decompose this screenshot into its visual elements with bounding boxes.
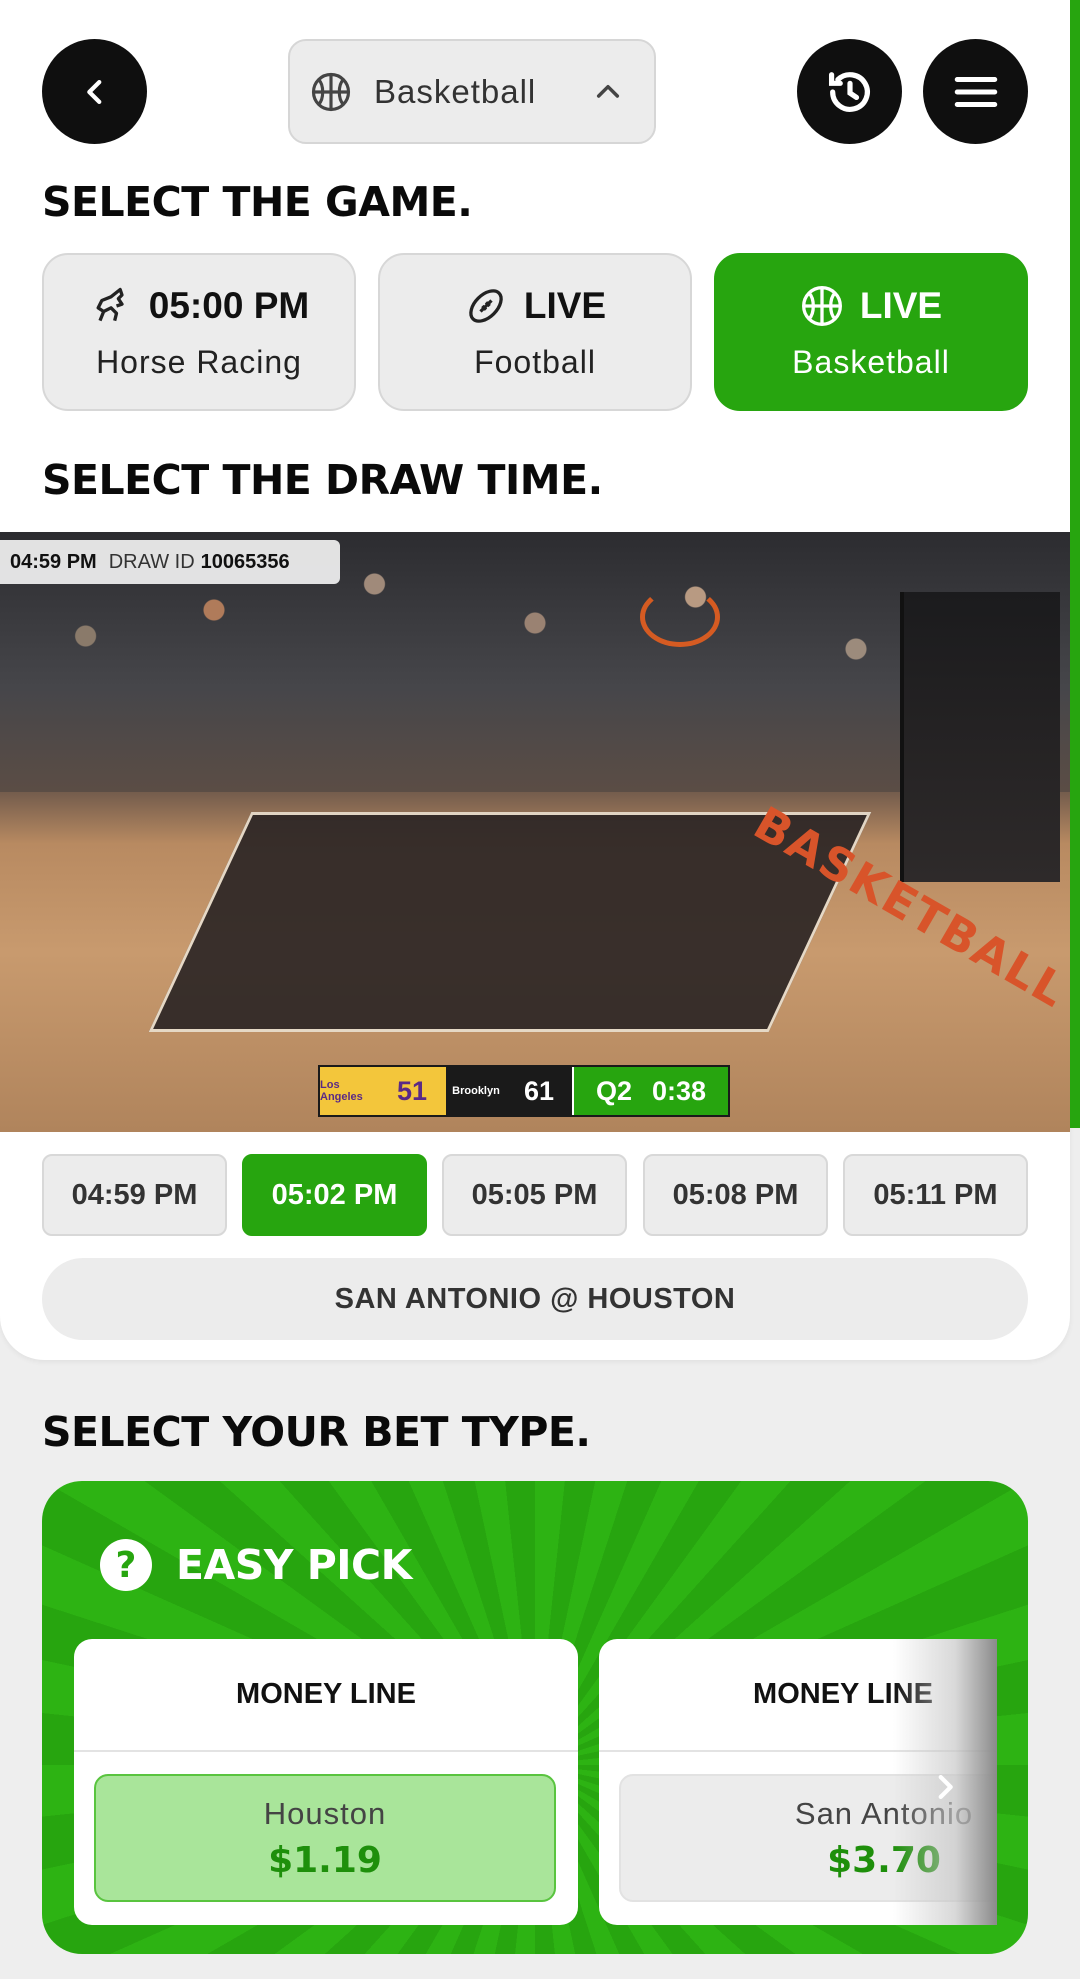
game-time: LIVE [859, 284, 943, 326]
football-icon [469, 288, 503, 323]
bet-card-header: MONEY LINE [74, 1639, 578, 1752]
game-time: 05:00 PM [148, 284, 310, 326]
draw-id-label: DRAW ID [108, 550, 195, 573]
history-icon [828, 71, 870, 112]
select-game-title: SELECT THE GAME. [42, 178, 473, 226]
easy-pick-label: EASY PICK [176, 1541, 412, 1589]
matchup-label: SAN ANTONIO @ HOUSTON [42, 1258, 1028, 1340]
odds-team: Houston [263, 1795, 387, 1831]
right-accent-bar [1070, 0, 1080, 1128]
easy-pick-header: ? EASY PICK [100, 1539, 412, 1591]
horse-icon [96, 287, 124, 321]
clock: 0:38 [651, 1075, 707, 1106]
hamburger-menu-icon [954, 76, 997, 107]
home-team-logo: Los Angeles [320, 1067, 378, 1115]
game-card-basketball[interactable]: LIVE Basketball [714, 253, 1028, 411]
quarter: Q2 [595, 1075, 632, 1106]
away-team-logo: Brooklyn [446, 1067, 506, 1115]
draw-time-chip[interactable]: 05:05 PM [442, 1154, 627, 1236]
menu-button[interactable] [923, 39, 1028, 144]
odds-price: $1.19 [268, 1839, 382, 1881]
draw-time-chip[interactable]: 04:59 PM [42, 1154, 227, 1236]
backboard [900, 592, 1060, 882]
chevron-right-icon [938, 1774, 953, 1800]
sport-selector[interactable]: Basketball [288, 39, 656, 144]
draw-time-chip[interactable]: 05:08 PM [643, 1154, 828, 1236]
game-name: Horse Racing [96, 343, 302, 380]
basketball-icon [801, 285, 842, 326]
game-card-football[interactable]: LIVE Football [378, 253, 692, 411]
live-video-stream[interactable]: 04:59 PM DRAW ID 10065356 Los Angeles 51… [0, 532, 1070, 1132]
history-button[interactable] [797, 39, 902, 144]
draw-id-value: 10065356 [200, 550, 290, 573]
game-clock: Q2 0:38 [572, 1067, 728, 1115]
game-time: LIVE [523, 284, 607, 326]
bet-card-money-line: MONEY LINE San Antonio $3.70 [599, 1639, 997, 1925]
basket-rim [640, 587, 720, 647]
help-icon[interactable]: ? [100, 1539, 152, 1591]
home-score: 51 [378, 1067, 446, 1115]
select-bet-type-title: SELECT YOUR BET TYPE. [42, 1408, 591, 1456]
bet-card-money-line: MONEY LINE Houston $1.19 [74, 1639, 578, 1925]
scroll-right-button[interactable] [893, 1639, 997, 1925]
chevron-left-icon [86, 79, 101, 104]
scoreboard: Los Angeles 51 Brooklyn 61 Q2 0:38 [318, 1065, 730, 1117]
sport-selector-label: Basketball [374, 72, 537, 110]
chevron-up-icon [596, 84, 620, 98]
draw-info-overlay: 04:59 PM DRAW ID 10065356 [0, 540, 340, 584]
select-draw-time-title: SELECT THE DRAW TIME. [42, 456, 603, 504]
basketball-icon [311, 72, 351, 111]
draw-time-chip[interactable]: 05:11 PM [843, 1154, 1028, 1236]
game-card-horse-racing[interactable]: 05:00 PM Horse Racing [42, 253, 356, 411]
away-score: 61 [506, 1067, 572, 1115]
odds-button-selected[interactable]: Houston $1.19 [94, 1774, 556, 1902]
back-button[interactable] [42, 39, 147, 144]
overlay-time: 04:59 PM [10, 550, 97, 573]
easy-pick-panel: ? EASY PICK MONEY LINE Houston $1.19 MON… [42, 1481, 1028, 1954]
draw-time-chip-selected[interactable]: 05:02 PM [242, 1154, 427, 1236]
game-name: Basketball [792, 343, 950, 380]
game-name: Football [474, 343, 596, 380]
